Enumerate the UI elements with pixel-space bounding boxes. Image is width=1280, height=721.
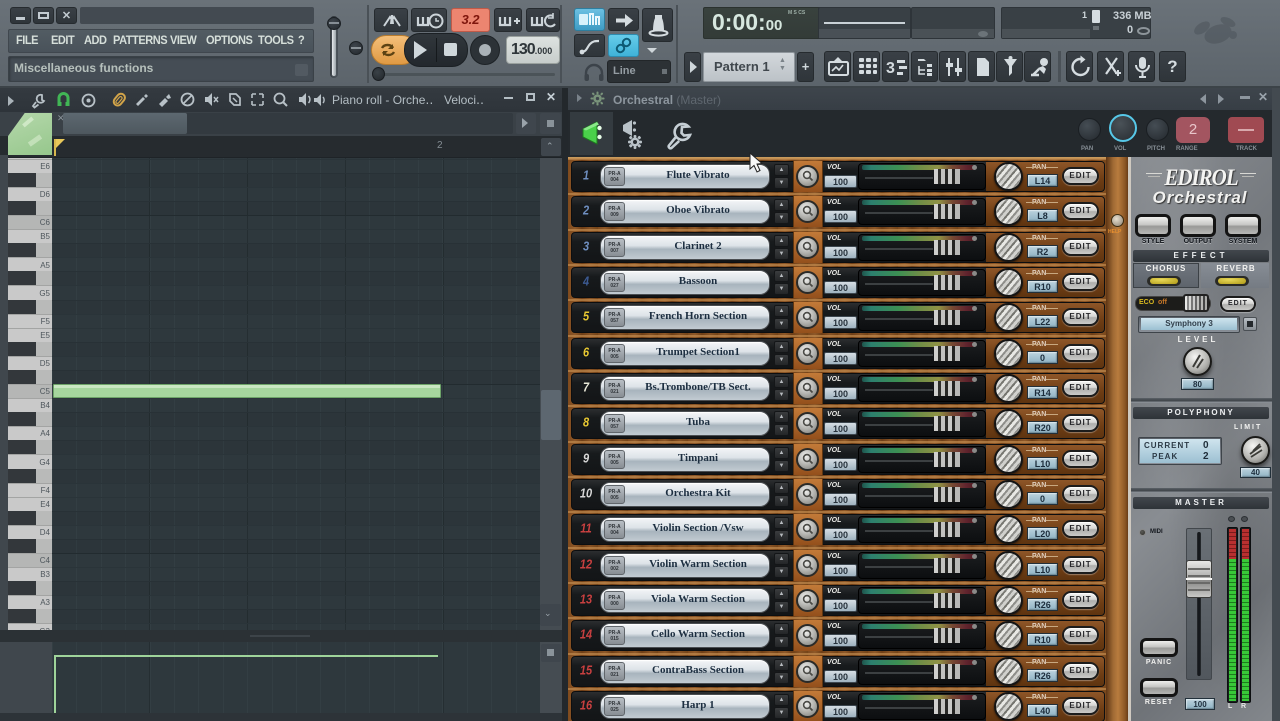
svg-text:3: 3 [886,60,895,77]
